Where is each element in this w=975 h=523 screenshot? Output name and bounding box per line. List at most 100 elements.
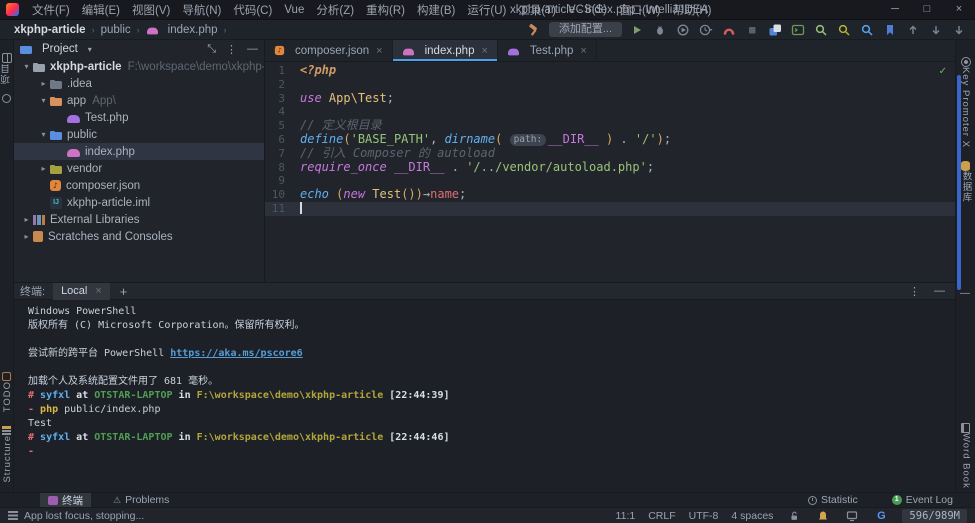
tool-stripe-button-项目[interactable]: 项目 — [0, 50, 13, 84]
close-icon[interactable]: × — [580, 45, 586, 57]
terminal-output[interactable]: Windows PowerShell版权所有 (C) Microsoft Cor… — [14, 300, 955, 459]
tool-window-button-terminal[interactable]: 终端 — [40, 493, 91, 508]
chevron-down-icon[interactable]: ▾ — [37, 96, 50, 105]
minimize-window-icon[interactable]: ─ — [879, 0, 911, 20]
menu-item[interactable]: 构建(B) — [412, 0, 460, 20]
translate-icon[interactable] — [767, 22, 783, 38]
tool-window-button-statistic[interactable]: Statistic — [800, 493, 866, 508]
chevron-down-icon[interactable]: ▾ — [88, 45, 92, 54]
tree-item-vendor[interactable]: ▸vendor — [14, 160, 264, 177]
monitor-icon[interactable] — [844, 508, 860, 523]
chevron-right-icon[interactable]: ▸ — [20, 215, 33, 224]
line-number: 7 — [265, 147, 295, 161]
collapse-all-icon[interactable]: ⤡ — [207, 43, 216, 56]
tree-item-index-php[interactable]: index.php — [14, 143, 264, 160]
tool-stripe-button-todo[interactable]: TODO — [0, 368, 14, 412]
maximize-window-icon[interactable]: □ — [911, 0, 943, 20]
php-purple-icon — [67, 115, 80, 123]
tree-item--idea[interactable]: ▸.idea — [14, 75, 264, 92]
run-icon[interactable] — [629, 22, 645, 38]
terminal-link[interactable]: https://aka.ms/pscore6 — [170, 348, 302, 359]
tree-item-scratches-and-consoles[interactable]: ▸Scratches and Consoles — [14, 228, 264, 245]
commit-icon[interactable] — [0, 94, 13, 103]
chevron-right-icon[interactable]: ▸ — [37, 164, 50, 173]
menu-item[interactable]: 分析(Z) — [311, 0, 359, 20]
breadcrumb-item[interactable]: index.php — [146, 24, 218, 36]
move-down-icon[interactable] — [951, 22, 967, 38]
menu-item[interactable]: 编辑(E) — [77, 0, 125, 20]
left-tool-stripe: 项目 TODOStructure★Favorites — [0, 40, 14, 507]
translate-g-icon[interactable]: G — [873, 508, 889, 523]
find-olive-icon[interactable] — [836, 22, 852, 38]
menu-item[interactable]: 运行(U) — [462, 0, 511, 20]
notifications-icon[interactable] — [815, 508, 831, 523]
editor-scrollbar-thumb[interactable] — [957, 75, 961, 290]
tree-item-xkphp-article-iml[interactable]: xkphp-article.iml — [14, 194, 264, 211]
tool-stripe-button-word-book[interactable]: Word Book — [956, 420, 975, 489]
terminal-line — [28, 361, 955, 375]
run-configuration-selector[interactable]: 添加配置... — [549, 22, 622, 37]
tree-item-label: Test.php — [85, 112, 128, 124]
find-green-icon[interactable] — [813, 22, 829, 38]
breadcrumb-item[interactable]: public — [101, 24, 131, 36]
close-icon[interactable]: × — [376, 45, 382, 57]
line-number: 9 — [265, 174, 295, 188]
caret-position[interactable]: 11:1 — [616, 510, 636, 522]
editor-tab-composer-json[interactable]: composer.json× — [265, 40, 393, 61]
phone-icon[interactable] — [721, 22, 737, 38]
menu-item[interactable]: 代码(C) — [228, 0, 277, 20]
console-icon[interactable] — [790, 22, 806, 38]
code-line: 5// 定义根目录 — [265, 119, 955, 133]
close-window-icon[interactable]: × — [943, 0, 975, 20]
kebab-menu-icon[interactable]: ⋮ — [226, 43, 237, 56]
editor-tab-test-php[interactable]: Test.php× — [498, 40, 597, 61]
chevron-right-icon[interactable]: ▸ — [20, 232, 33, 241]
php-icon — [67, 149, 80, 157]
tool-window-button-warning[interactable]: ⚠Problems — [105, 493, 177, 508]
bookmark-icon[interactable] — [882, 22, 898, 38]
breadcrumb-item[interactable]: xkphp-article — [14, 24, 86, 36]
close-icon[interactable]: × — [95, 285, 101, 297]
tree-item-xkphp-article[interactable]: ▾xkphp-articleF:\workspace\demo\xkphp-ar… — [14, 58, 264, 75]
tree-item-public[interactable]: ▾public — [14, 126, 264, 143]
unlock-icon[interactable] — [786, 508, 802, 523]
tree-item-test-php[interactable]: Test.php — [14, 109, 264, 126]
menu-item[interactable]: 重构(R) — [361, 0, 410, 20]
chevron-down-icon[interactable]: ▾ — [37, 130, 50, 139]
debug-icon[interactable] — [652, 22, 668, 38]
file-encoding[interactable]: UTF-8 — [689, 510, 719, 522]
tree-item-app[interactable]: ▾appApp\ — [14, 92, 264, 109]
code-editor[interactable]: 1<?php23use App\Test;45// 定义根目录6define('… — [265, 62, 955, 216]
menu-item[interactable]: Vue — [279, 2, 309, 18]
hammer-icon[interactable] — [526, 22, 542, 38]
menu-item[interactable]: 视图(V) — [127, 0, 175, 20]
nav-up-icon[interactable] — [905, 22, 921, 38]
chevron-down-icon[interactable]: ▾ — [20, 62, 33, 71]
memory-indicator[interactable]: 596/989M — [902, 509, 967, 523]
hide-panel-icon[interactable]: — — [247, 43, 258, 55]
inspection-ok-icon[interactable]: ✓ — [939, 66, 947, 77]
editor-tab-index-php[interactable]: index.php× — [393, 40, 498, 61]
close-icon[interactable]: × — [481, 45, 487, 57]
tool-stripe-label: TODO — [2, 381, 13, 412]
menu-item[interactable]: 文件(F) — [27, 0, 75, 20]
tree-item-composer-json[interactable]: composer.json — [14, 177, 264, 194]
tool-window-button-event-log[interactable]: 1Event Log — [884, 493, 961, 508]
coverage-icon[interactable] — [675, 22, 691, 38]
menu-item[interactable]: 导航(N) — [177, 0, 226, 20]
tool-stripe-button-structure[interactable]: Structure — [0, 422, 14, 483]
kebab-menu-icon[interactable]: ⋮ — [909, 285, 920, 298]
splitter-handle-icon[interactable]: — — [960, 288, 970, 299]
terminal-line: 版权所有 (C) Microsoft Corporation。保留所有权利。 — [28, 319, 955, 333]
chevron-right-icon[interactable]: ▸ — [37, 79, 50, 88]
new-terminal-icon[interactable]: + — [120, 284, 128, 299]
line-ending[interactable]: CRLF — [648, 510, 675, 522]
indent-style[interactable]: 4 spaces — [731, 510, 773, 522]
nav-down-icon[interactable] — [928, 22, 944, 38]
tree-item-external-libraries[interactable]: ▸External Libraries — [14, 211, 264, 228]
stop-icon[interactable] — [744, 22, 760, 38]
minimize-panel-icon[interactable]: — — [934, 285, 945, 297]
profiler-icon[interactable] — [698, 22, 714, 38]
terminal-tab-local[interactable]: Local × — [53, 283, 110, 300]
find-blue-icon[interactable] — [859, 22, 875, 38]
